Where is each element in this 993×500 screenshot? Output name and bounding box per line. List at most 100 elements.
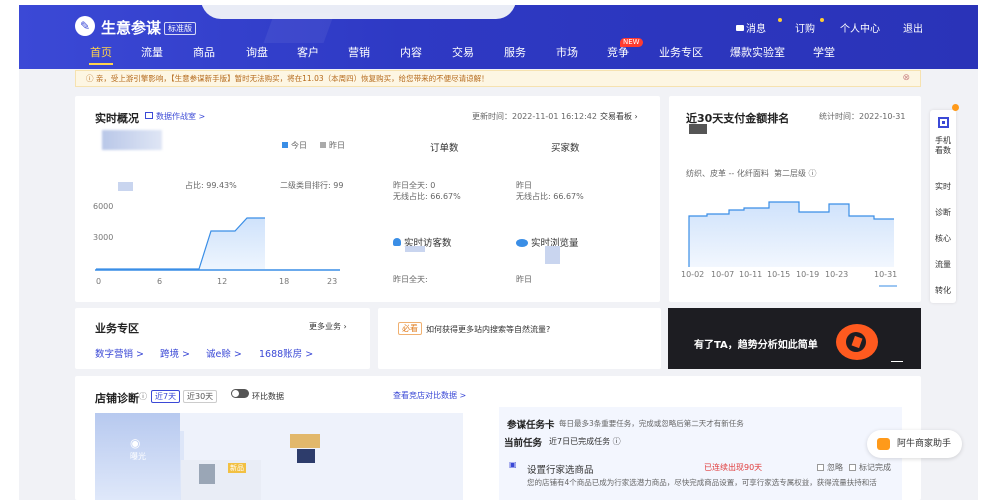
visitors-yesterday: 昨日全天:: [393, 275, 428, 284]
war-room-link[interactable]: 数据作战室 >: [145, 111, 205, 122]
blurred-value: [118, 182, 133, 191]
x-tick: 10-15: [767, 270, 790, 279]
banner-indicator: [891, 361, 903, 362]
sidebar-conversion[interactable]: 转化: [930, 286, 956, 296]
sidebar-diagnosis[interactable]: 诊断: [930, 208, 956, 218]
task-card-desc: 每日最多3条重要任务，完成或忽略后第二天才有新任务: [559, 419, 744, 428]
header-decoration: [263, 13, 335, 43]
eye-icon: [516, 239, 528, 247]
task-title: 设置行家选商品: [527, 465, 594, 476]
must-read-tag: 必看: [398, 322, 422, 335]
promo-banner[interactable]: 有了TA，趋势分析如此简单: [668, 308, 921, 369]
link-digital-marketing[interactable]: 数字营销 >: [95, 346, 144, 360]
compare-label: 环比数据: [252, 392, 284, 401]
sidebar-core[interactable]: 核心: [930, 234, 956, 244]
legend-yesterday: 昨日: [320, 140, 345, 151]
sidebar-mobile-view[interactable]: 手机 看数: [930, 136, 956, 156]
diagnosis-title: 店铺诊断: [95, 392, 139, 405]
link-account[interactable]: 1688账房 >: [259, 346, 313, 360]
chart-icon: [145, 112, 153, 119]
notification-dot: [952, 104, 959, 111]
nav-service[interactable]: 服务: [504, 45, 526, 61]
app-window: ✎ 生意参谋 标准版 消息 订购 个人中心 退出 首页 流量 商品 询盘 客户 …: [19, 5, 978, 500]
main-nav: 首页 流量 商品 询盘 客户 营销 内容 交易 服务 市场 竞争 业务专区 爆款…: [19, 45, 978, 67]
sidebar-traffic[interactable]: 流量: [930, 260, 956, 270]
nav-competition[interactable]: 竞争: [607, 45, 629, 61]
banner-text: 有了TA，趋势分析如此简单: [694, 340, 818, 351]
nav-hot-lab[interactable]: 爆款实验室: [730, 45, 785, 61]
nav-inquiry[interactable]: 询盘: [246, 45, 268, 61]
more-business-link[interactable]: 更多业务 ›: [309, 321, 347, 332]
views-yesterday: 昨日: [516, 275, 532, 284]
new-badge: NEW: [620, 38, 643, 47]
close-icon[interactable]: ⊗: [902, 71, 910, 86]
mark-done-checkbox[interactable]: 标记完成: [849, 462, 891, 473]
header-right-links: 消息 订购 个人中心 退出: [678, 18, 978, 35]
blurred-value: [689, 124, 707, 134]
x-tick: 0: [96, 277, 101, 286]
link-cross-border[interactable]: 跨境 >: [160, 346, 190, 360]
personal-center-link[interactable]: 个人中心: [840, 20, 880, 35]
x-tick: 10-23: [825, 270, 848, 279]
nav-academy[interactable]: 学堂: [813, 45, 835, 61]
nav-business-zone[interactable]: 业务专区: [659, 45, 703, 61]
message-link[interactable]: 消息: [736, 18, 782, 35]
assistant-icon: [877, 438, 890, 450]
edition-badge: 标准版: [164, 22, 196, 35]
brand-name[interactable]: 生意参谋: [101, 17, 161, 38]
task-status: 已连续出现90天: [704, 463, 763, 472]
ranking-category: 纺织、皮革 -- 化纤面料 第二层级 ⓘ: [686, 169, 817, 178]
nav-marketing[interactable]: 营销: [348, 45, 370, 61]
help-icon[interactable]: ⓘ: [139, 391, 147, 402]
nav-traffic[interactable]: 流量: [141, 45, 163, 61]
task-description: 您的店铺有4个商品已成为行家选潜力商品，尽快完成商品设置，可享行家选专属权益，获…: [527, 478, 877, 487]
trade-board-link[interactable]: 交易看板 ›: [600, 111, 638, 122]
x-tick: 10-11: [739, 270, 762, 279]
legend-today: 今日: [282, 140, 307, 151]
nav-home[interactable]: 首页: [90, 45, 112, 61]
ranking-chart: 10-02 10-07 10-11 10-15 10-19 10-23 10-3…: [681, 201, 897, 287]
business-title: 业务专区: [95, 322, 139, 335]
update-time: 更新时间：2022-11-01 16:12:42: [472, 112, 597, 121]
ranking-area: [689, 202, 894, 267]
assistant-label: 阿牛商家助手: [897, 439, 952, 449]
realtime-chart: 6000 3000 0 6 12 18 23: [93, 202, 340, 286]
range-7-button[interactable]: 近7天: [151, 390, 181, 403]
nav-transaction[interactable]: 交易: [452, 45, 474, 61]
x-tick: 10-07: [711, 270, 734, 279]
new-product-tag: 新品: [228, 463, 246, 473]
nav-content[interactable]: 内容: [400, 45, 422, 61]
tips-question[interactable]: 如何获得更多站内搜索等自然流量?: [426, 324, 550, 335]
nav-customers[interactable]: 客户: [297, 45, 319, 61]
blurred-value: [102, 130, 162, 150]
blurred-product: [290, 434, 320, 448]
logout-link[interactable]: 退出: [903, 20, 923, 35]
range-30-button[interactable]: 近30天: [183, 390, 218, 403]
buyer-wireless: 无线占比: 66.67%: [516, 192, 584, 201]
buyer-count-label: 买家数: [551, 143, 580, 154]
funnel-visit-label: 曝光: [130, 452, 146, 461]
nav-market[interactable]: 市场: [556, 45, 578, 61]
nav-products[interactable]: 商品: [193, 45, 215, 61]
assistant-float-button[interactable]: 阿牛商家助手: [867, 430, 962, 458]
compare-toggle[interactable]: [231, 389, 249, 398]
buyer-yesterday: 昨日: [516, 181, 532, 190]
eye-icon: ◉: [130, 436, 141, 450]
done-tasks-link[interactable]: 近7日已完成任务 ⓘ: [549, 436, 621, 447]
y-tick: 6000: [93, 202, 113, 211]
subscribe-link[interactable]: 订购: [795, 18, 824, 35]
x-tick: 6: [157, 277, 162, 286]
ignore-checkbox[interactable]: 忽略: [817, 462, 843, 473]
sidebar-realtime[interactable]: 实时: [930, 182, 956, 192]
link-credit[interactable]: 诚e赊 >: [206, 346, 242, 360]
realtime-title: 实时概况: [95, 112, 139, 125]
nav-active-underline: [89, 63, 113, 65]
message-icon: [736, 25, 744, 31]
y-tick: 3000: [93, 233, 113, 242]
task-panel: 参谋任务卡 每日最多3条重要任务，完成或忽略后第二天才有新任务 当前任务 近7日…: [499, 407, 902, 500]
business-card: 业务专区 更多业务 › 数字营销 > 跨境 > 诚e赊 > 1688账房 >: [75, 308, 370, 369]
x-tick: 10-02: [681, 270, 704, 279]
brand-logo-icon[interactable]: ✎: [75, 16, 95, 36]
peer-compare-link[interactable]: 查看竞店对比数据 >: [393, 390, 466, 401]
ranking-card: 近30天支付金额排名 统计时间：2022-10-31 纺织、皮革 -- 化纤面料…: [669, 96, 921, 302]
